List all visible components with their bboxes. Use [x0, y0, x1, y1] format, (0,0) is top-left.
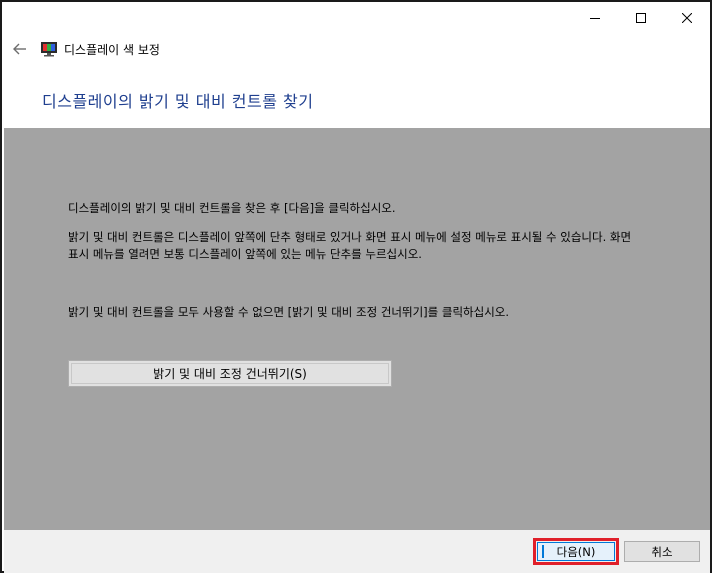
skip-button-label: 밝기 및 대비 조정 건너뛰기(S): [153, 367, 307, 381]
instruction-text-3: 밝기 및 대비 컨트롤을 모두 사용할 수 없으면 [밝기 및 대비 조정 건너…: [68, 305, 510, 319]
skip-brightness-contrast-button[interactable]: 밝기 및 대비 조정 건너뛰기(S): [68, 360, 392, 387]
display-color-calibration-icon: [40, 41, 58, 57]
app-title: 디스플레이 색 보정: [64, 42, 160, 57]
cancel-button[interactable]: 취소: [624, 541, 700, 562]
instruction-text-1: 디스플레이의 밝기 및 대비 컨트롤을 찾은 후 [다음]을 클릭하십시오.: [68, 201, 396, 215]
footer-bar: 다음(N) 취소: [4, 530, 710, 573]
close-button[interactable]: [664, 2, 710, 34]
minimize-icon: [590, 18, 600, 19]
dialog-window: 디스플레이 색 보정 디스플레이의 밝기 및 대비 컨트롤 찾기 디스플레이의 …: [0, 0, 712, 573]
maximize-button[interactable]: [618, 2, 664, 34]
nav-bar: 디스플레이 색 보정: [10, 38, 160, 60]
maximize-icon: [636, 13, 646, 23]
close-icon: [682, 13, 692, 23]
back-button[interactable]: [10, 39, 30, 59]
next-button[interactable]: 다음(N): [537, 542, 615, 561]
back-arrow-icon: [13, 43, 26, 55]
page-title: 디스플레이의 밝기 및 대비 컨트롤 찾기: [42, 92, 314, 111]
instruction-panel: 디스플레이의 밝기 및 대비 컨트롤을 찾은 후 [다음]을 클릭하십시오. 밝…: [4, 128, 710, 530]
minimize-button[interactable]: [572, 2, 618, 34]
instruction-text-2: 밝기 및 대비 컨트롤은 디스플레이 앞쪽에 단추 형태로 있거나 화면 표시 …: [68, 230, 632, 261]
next-button-label: 다음(N): [556, 544, 596, 559]
cancel-button-label: 취소: [651, 544, 673, 559]
caption-buttons: [572, 2, 710, 34]
focus-indicator: [542, 545, 544, 558]
